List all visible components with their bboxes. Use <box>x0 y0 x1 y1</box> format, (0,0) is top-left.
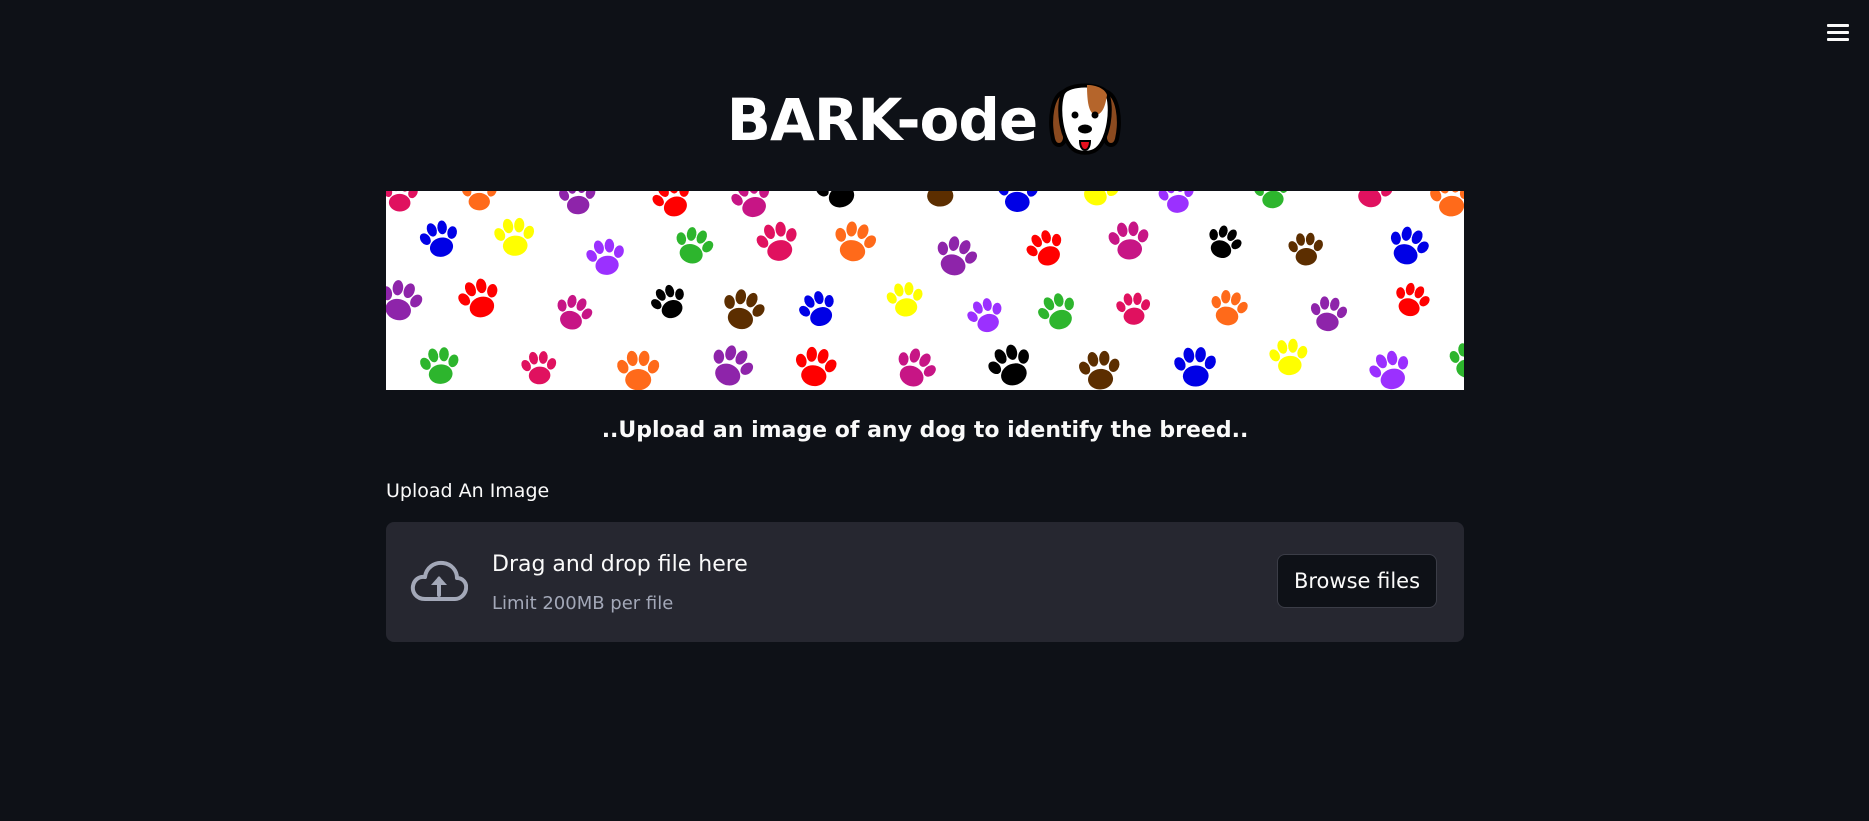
paw-print-icon <box>1075 348 1124 390</box>
page-title: BARK-ode <box>726 86 1038 154</box>
paw-print-icon <box>1426 191 1464 219</box>
paw-print-icon <box>928 230 984 282</box>
paw-print-icon <box>725 191 778 223</box>
paw-print-icon <box>715 284 771 335</box>
paw-print-icon <box>751 217 804 266</box>
paw-print-icon <box>961 293 1010 338</box>
paw-print-icon <box>808 191 867 216</box>
paw-print-icon <box>1171 345 1220 388</box>
paw-print-icon <box>646 191 699 224</box>
paw-print-icon <box>981 338 1040 390</box>
paw-print-icon <box>386 191 421 213</box>
paw-print-icon <box>582 235 630 278</box>
paw-print-icon <box>1155 191 1199 216</box>
paw-print-icon <box>994 191 1041 213</box>
paw-print-icon <box>1250 191 1293 211</box>
paw-print-icon <box>1286 231 1326 267</box>
paw-print-icon <box>915 191 965 208</box>
paw-print-icon <box>645 279 694 325</box>
paw-print-icon <box>414 216 464 262</box>
dropzone-title: Drag and drop file here <box>492 552 748 577</box>
paw-print-icon <box>827 217 882 267</box>
paw-print-banner <box>386 191 1464 390</box>
paw-pattern <box>386 191 1464 390</box>
paw-print-icon <box>789 343 842 390</box>
paw-print-icon <box>556 191 599 216</box>
hamburger-menu-icon[interactable] <box>1826 23 1850 43</box>
paw-print-icon <box>491 216 538 258</box>
paw-print-icon <box>1019 224 1072 273</box>
paw-print-icon <box>386 275 428 326</box>
subtitle-text: ..Upload an image of any dog to identify… <box>601 418 1249 443</box>
paw-print-icon <box>416 344 463 387</box>
paw-print-icon <box>1381 221 1435 271</box>
paw-print-icon <box>883 279 927 319</box>
paw-print-icon <box>1388 278 1436 322</box>
paw-print-icon <box>549 289 598 336</box>
upload-label: Upload An Image <box>386 480 550 502</box>
paw-print-icon <box>1363 345 1417 390</box>
dog-face-icon <box>1049 83 1121 155</box>
paw-print-icon <box>1346 191 1399 214</box>
paw-print-icon <box>518 349 560 386</box>
paw-print-icon <box>1306 294 1351 334</box>
browse-files-button[interactable]: Browse files <box>1277 554 1437 608</box>
title-row: BARK-ode <box>386 80 1464 160</box>
paw-print-icon <box>668 222 719 269</box>
paw-print-icon <box>1205 286 1253 330</box>
paw-print-icon <box>460 191 499 211</box>
file-dropzone[interactable]: Drag and drop file here Limit 200MB per … <box>386 522 1464 642</box>
paw-print-icon <box>1072 191 1126 213</box>
dropzone-limit: Limit 200MB per file <box>492 593 674 614</box>
paw-print-icon <box>1265 336 1312 378</box>
paw-print-icon <box>1200 219 1248 265</box>
paw-print-icon <box>792 285 844 333</box>
paw-print-icon <box>887 341 943 390</box>
paw-print-icon <box>1105 219 1153 262</box>
paw-print-icon <box>702 338 761 390</box>
paw-print-icon <box>452 273 507 324</box>
paw-print-icon <box>1031 287 1084 336</box>
paw-print-icon <box>1447 342 1464 379</box>
paw-print-icon <box>1113 291 1154 327</box>
cloud-upload-icon <box>410 560 468 601</box>
paw-print-icon <box>615 350 662 390</box>
paw-print-icon <box>1463 282 1464 322</box>
